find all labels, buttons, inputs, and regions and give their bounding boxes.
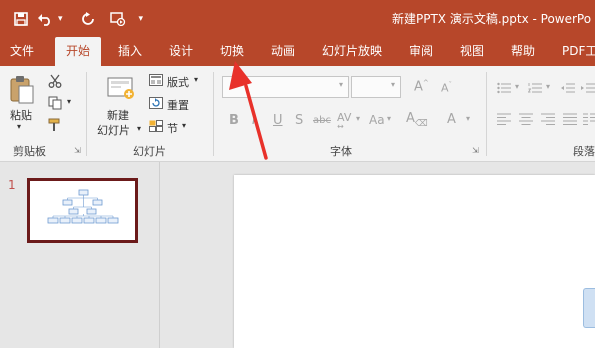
annotation-arrow bbox=[229, 61, 268, 160]
powerpoint-window: ▾ ▾ 新建PPTX 演示文稿.pptx - PowerPo 文件 开始 插入 … bbox=[0, 0, 595, 348]
